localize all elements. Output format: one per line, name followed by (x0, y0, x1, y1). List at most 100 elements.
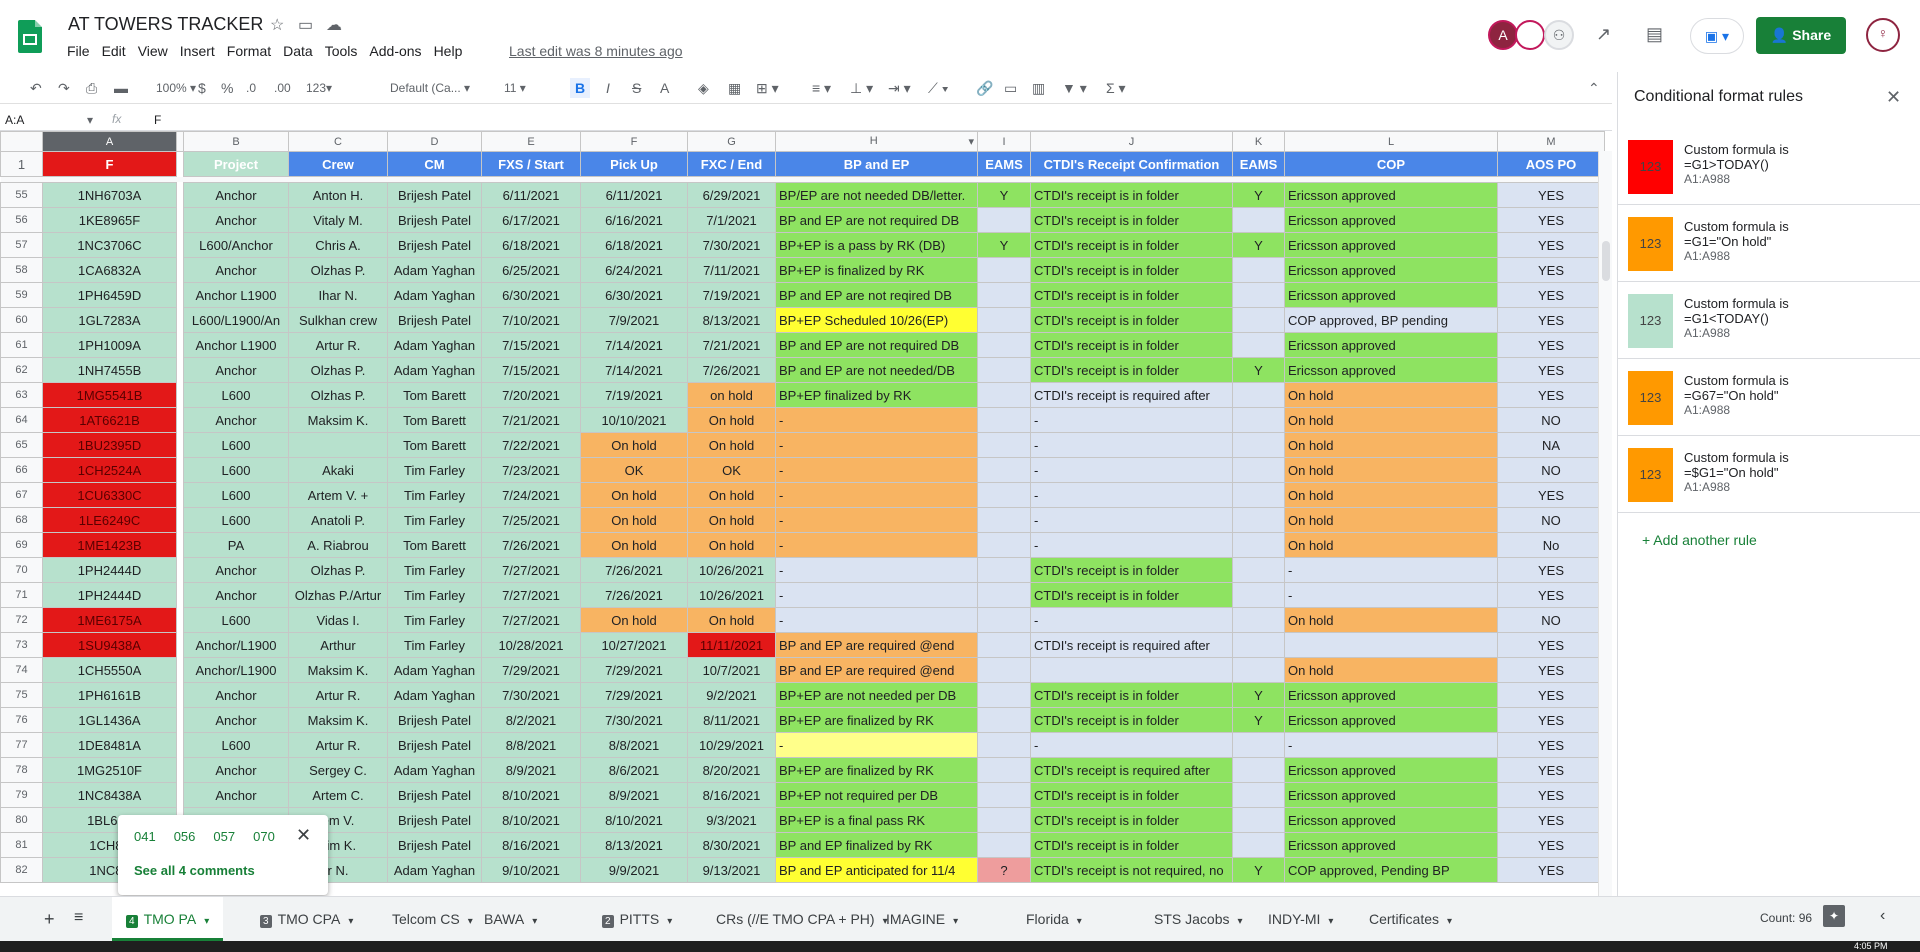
sheet-tab[interactable]: 3 TMO CPA ▾ (246, 897, 367, 941)
cell-fxs-start[interactable]: 7/10/2021 (481, 307, 581, 333)
column-header-g[interactable]: G (687, 131, 776, 152)
cell-eams-2[interactable] (1232, 782, 1285, 808)
cell-bp-ep[interactable]: BP+EP finalized by RK (775, 382, 978, 408)
cell-eams[interactable] (977, 257, 1031, 283)
cell-aos-po[interactable]: NO (1497, 607, 1605, 633)
formula-input[interactable]: F (154, 113, 161, 127)
cell-ctdi-receipt[interactable]: CTDI's receipt is not required, no (1030, 857, 1233, 883)
cell-pick-up[interactable]: 7/14/2021 (580, 332, 688, 358)
cell-cm[interactable]: Brijesh Patel (387, 782, 482, 808)
collapse-toolbar-icon[interactable]: ⌃ (1588, 78, 1600, 98)
cell-project[interactable]: L600 (183, 432, 289, 458)
row-number[interactable]: 64 (0, 407, 43, 433)
cell-fxc-end[interactable]: On hold (687, 432, 776, 458)
cell-fxc-end[interactable]: 10/29/2021 (687, 732, 776, 758)
cell-pick-up[interactable]: OK (580, 457, 688, 483)
cell-pick-up[interactable]: 6/24/2021 (580, 257, 688, 283)
cell-bp-ep[interactable]: - (775, 607, 978, 633)
cell-aos-po[interactable]: YES (1497, 657, 1605, 683)
cell-crew[interactable]: Olzhas P. (288, 357, 388, 383)
cell-cm[interactable]: Adam Yaghan (387, 657, 482, 683)
cell-cop[interactable]: Ericsson approved (1284, 757, 1498, 783)
share-button[interactable]: 👤 Share (1756, 17, 1846, 54)
cell-eams[interactable] (977, 582, 1031, 608)
cell-cop[interactable]: On hold (1284, 607, 1498, 633)
cell-pick-up[interactable]: 6/16/2021 (580, 207, 688, 233)
cell-fxs-start[interactable]: 7/23/2021 (481, 457, 581, 483)
row-number[interactable]: 55 (0, 182, 43, 208)
conditional-rule[interactable]: 123 Custom formula is =G1<TODAY() A1:A988 (1618, 282, 1920, 359)
cell-bp-ep[interactable]: BP and EP finalized by RK (775, 832, 978, 858)
cell-eams[interactable] (977, 657, 1031, 683)
sheet-tab[interactable]: 2 PITTS ▾ (588, 897, 686, 941)
cell-project[interactable]: L600 (183, 382, 289, 408)
cell-eams[interactable] (977, 307, 1031, 333)
cell-project[interactable]: L600 (183, 482, 289, 508)
cell-crew[interactable]: Sergey C. (288, 757, 388, 783)
cell-eams-2[interactable] (1232, 307, 1285, 333)
cell-cm[interactable]: Tim Farley (387, 582, 482, 608)
cell-cm[interactable]: Adam Yaghan (387, 257, 482, 283)
column-header-a[interactable]: A (42, 131, 177, 152)
percent-button[interactable]: % (221, 78, 233, 98)
cell-fxc-end[interactable]: On hold (687, 607, 776, 633)
cell-fxs-start[interactable]: 6/25/2021 (481, 257, 581, 283)
cell-crew[interactable] (288, 432, 388, 458)
filter-dropdown-icon[interactable]: ▾ (968, 135, 974, 148)
comment-tag[interactable]: 056 (174, 829, 196, 844)
cell-cm[interactable]: Brijesh Patel (387, 307, 482, 333)
cell-eams-2[interactable] (1232, 332, 1285, 358)
cell-aos-po[interactable]: YES (1497, 832, 1605, 858)
cell-cop[interactable]: On hold (1284, 507, 1498, 533)
header-cell-bp-ep[interactable]: BP and EP (775, 151, 978, 177)
cell-eams[interactable] (977, 632, 1031, 658)
tab-dropdown-icon[interactable]: ▾ (1077, 916, 1082, 927)
row-number[interactable]: 76 (0, 707, 43, 733)
cell-pick-up[interactable]: 7/30/2021 (580, 707, 688, 733)
cell-f[interactable]: 1GL1436A (42, 707, 177, 733)
cell-eams[interactable] (977, 682, 1031, 708)
cell-eams[interactable] (977, 557, 1031, 583)
cell-aos-po[interactable]: YES (1497, 232, 1605, 258)
cell-aos-po[interactable]: YES (1497, 632, 1605, 658)
cell-project[interactable]: Anchor (183, 682, 289, 708)
cell-project[interactable]: Anchor (183, 707, 289, 733)
cell-project[interactable]: L600 (183, 732, 289, 758)
cell-eams[interactable] (977, 707, 1031, 733)
cell-f[interactable]: 1DE8481A (42, 732, 177, 758)
cell-eams-2[interactable]: Y (1232, 232, 1285, 258)
cell-aos-po[interactable]: YES (1497, 682, 1605, 708)
insert-chart-icon[interactable]: ▥ (1032, 78, 1045, 98)
conditional-rule[interactable]: 123 Custom formula is =G67="On hold" A1:A98… (1618, 359, 1920, 436)
cell-ctdi-receipt[interactable]: CTDI's receipt is in folder (1030, 182, 1233, 208)
undo-icon[interactable]: ↶ (30, 78, 42, 98)
activity-dashboard-icon[interactable]: ↗ (1596, 24, 1611, 45)
vertical-align-icon[interactable]: ⊥ ▾ (850, 78, 873, 98)
cell-f[interactable]: 1CH2524A (42, 457, 177, 483)
cell-eams-2[interactable] (1232, 507, 1285, 533)
row-number[interactable]: 1 (0, 151, 43, 177)
cell-fxs-start[interactable]: 7/26/2021 (481, 532, 581, 558)
cell-ctdi-receipt[interactable]: - (1030, 532, 1233, 558)
cell-cm[interactable]: Brijesh Patel (387, 232, 482, 258)
cell-eams-2[interactable]: Y (1232, 707, 1285, 733)
fill-color-icon[interactable]: ◈ (698, 78, 709, 98)
column-header-d[interactable]: D (387, 131, 482, 152)
cell-pick-up[interactable]: 6/18/2021 (580, 232, 688, 258)
increase-decimal-button[interactable]: .00 (274, 78, 291, 98)
cell-aos-po[interactable]: No (1497, 532, 1605, 558)
cell-eams[interactable]: ? (977, 857, 1031, 883)
cell-bp-ep[interactable]: BP+EP Scheduled 10/26(EP) (775, 307, 978, 333)
column-header-j[interactable]: J (1030, 131, 1233, 152)
decrease-decimal-button[interactable]: .0 (246, 78, 256, 98)
cell-fxc-end[interactable]: 9/13/2021 (687, 857, 776, 883)
cell-ctdi-receipt[interactable]: - (1030, 732, 1233, 758)
cell-cm[interactable]: Tim Farley (387, 457, 482, 483)
row-number[interactable]: 82 (0, 857, 43, 883)
cell-cop[interactable]: COP approved, Pending BP (1284, 857, 1498, 883)
cell-fxs-start[interactable]: 6/30/2021 (481, 282, 581, 308)
cell-pick-up[interactable]: 7/9/2021 (580, 307, 688, 333)
insert-comment-icon[interactable]: ▭ (1004, 78, 1017, 98)
row-number[interactable]: 56 (0, 207, 43, 233)
row-number[interactable]: 77 (0, 732, 43, 758)
